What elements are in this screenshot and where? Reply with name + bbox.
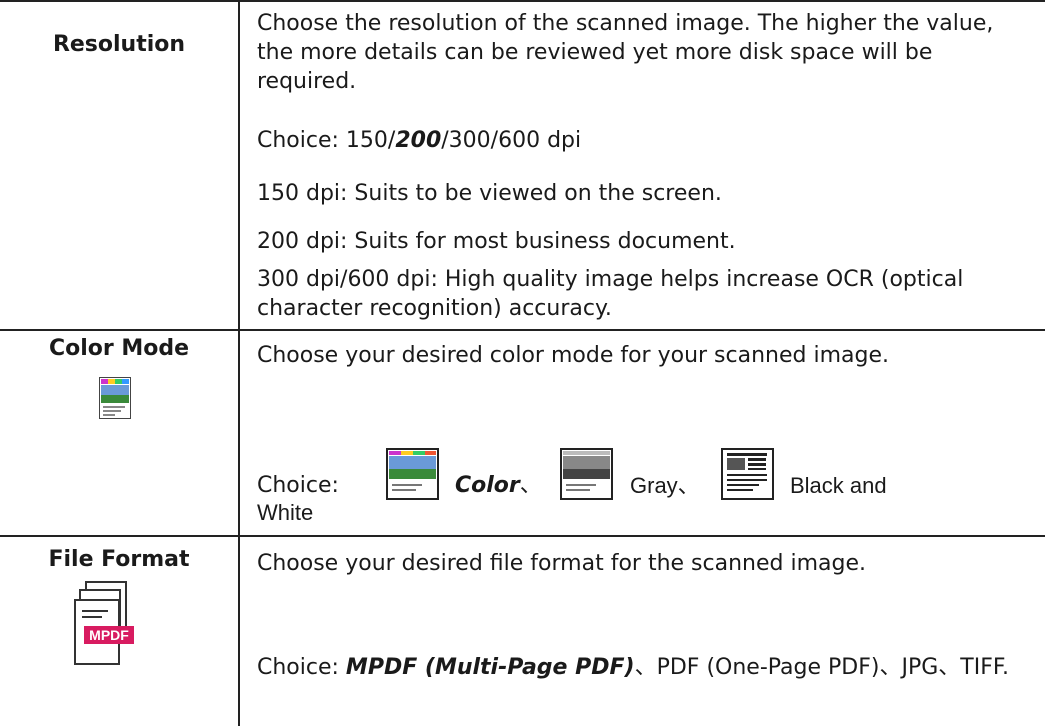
resolution-choice-prefix: Choice: 150/	[257, 128, 396, 153]
table-border-top	[0, 0, 1045, 2]
file-format-choice-prefix: Choice:	[257, 655, 346, 680]
settings-table: Resolution Choose the resolution of the …	[0, 0, 1045, 726]
resolution-150dpi: 150 dpi: Suits to be viewed on the scree…	[257, 181, 722, 206]
color-mode-icon	[99, 377, 131, 419]
resolution-300-600dpi: 300 dpi/600 dpi: High quality image help…	[257, 267, 964, 321]
file-format-mpdf: MPDF (Multi-Page PDF)	[345, 655, 635, 680]
color-option-label: Color	[455, 473, 520, 498]
file-format-description: Choose your desired file format for the …	[257, 551, 866, 576]
color-choice-prefix: Choice:	[257, 473, 339, 498]
file-format-choice: Choice: MPDF (Multi-Page PDF)、PDF (One-P…	[257, 653, 1032, 682]
gray-option: Gray、	[630, 473, 700, 498]
black-white-icon	[721, 448, 774, 500]
resolution-default-value: 200	[395, 128, 442, 153]
file-format-icon: MPDF	[74, 581, 134, 665]
resolution-choice: Choice: 150/200/300/600 dpi	[257, 126, 1032, 155]
color-icon	[386, 448, 439, 500]
column-divider	[238, 0, 240, 726]
file-format-icon-text: MPDF	[89, 627, 129, 643]
black-white-option-wrap: White	[257, 500, 314, 525]
black-white-option: Black and	[790, 473, 887, 498]
resolution-200dpi: 200 dpi: Suits for most business documen…	[257, 229, 736, 254]
row-divider	[0, 329, 1045, 331]
row-divider	[0, 535, 1045, 537]
resolution-description: Choose the resolution of the scanned ima…	[257, 11, 994, 94]
color-option: Color、	[455, 471, 655, 500]
color-option-separator: 、	[519, 473, 542, 498]
color-mode-description: Choose your desired color mode for your …	[257, 343, 889, 368]
color-mode-label: Color Mode	[48, 336, 190, 361]
resolution-label: Resolution	[52, 32, 186, 57]
resolution-choice-suffix: /300/600 dpi	[441, 128, 582, 153]
file-format-label: File Format	[48, 547, 190, 572]
file-format-others: 、PDF (One-Page PDF)、JPG、TIFF.	[634, 655, 1009, 680]
gray-icon	[560, 448, 613, 500]
